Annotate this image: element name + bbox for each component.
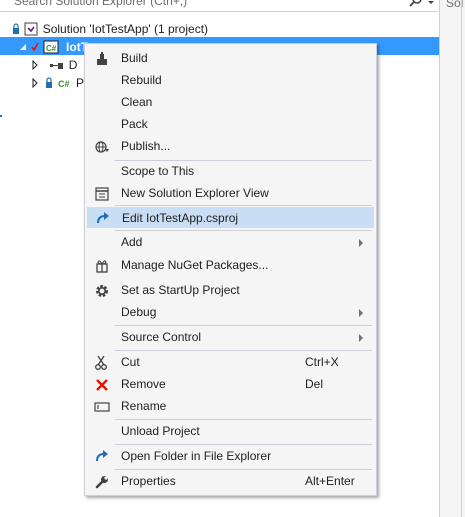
menu-item-label: Clean	[121, 95, 153, 109]
menu-item-publish[interactable]: Publish...	[87, 136, 374, 157]
menu-item-add[interactable]: Add	[87, 232, 374, 253]
search-bar[interactable]: Search Solution Explorer (Ctrl+;)	[0, 0, 438, 12]
menu-item-label: Set as StartUp Project	[121, 283, 240, 297]
menu-item-rebuild[interactable]: Rebuild	[87, 70, 374, 91]
submenu-arrow-icon	[359, 239, 363, 247]
menu-item-unload-project[interactable]: Unload Project	[87, 421, 374, 442]
submenu-arrow-icon	[359, 334, 363, 342]
build-icon	[97, 52, 107, 65]
menu-item-label: Build	[121, 51, 148, 65]
menu-item-set-startup[interactable]: Set as StartUp Project	[87, 280, 374, 301]
menu-item-label: Debug	[121, 305, 157, 319]
menu-separator	[115, 469, 372, 470]
expand-arrow-icon[interactable]	[30, 59, 40, 70]
menu-item-label: Rename	[121, 399, 167, 413]
tree-item-dependencies[interactable]: D	[30, 55, 77, 73]
divider	[461, 0, 462, 517]
menu-item-shortcut: Alt+Enter	[305, 474, 355, 488]
menu-separator	[115, 350, 372, 351]
tree-item-properties[interactable]: C# P	[30, 73, 84, 91]
csharp-project-icon: C#	[43, 40, 59, 54]
menu-item-label: Scope to This	[121, 164, 195, 178]
csharp-file-icon: C#	[58, 79, 70, 89]
publish-globe-icon	[95, 141, 109, 153]
menu-item-label: Open Folder in File Explorer	[121, 449, 272, 463]
menu-item-shortcut: Ctrl+X	[305, 355, 339, 369]
menu-item-label: Edit IotTestApp.csproj	[122, 211, 239, 225]
lock-icon	[46, 77, 53, 88]
menu-item-manage-nuget[interactable]: Manage NuGet Packages...	[87, 255, 374, 276]
wrench-icon	[95, 476, 108, 489]
menu-item-pack[interactable]: Pack	[87, 114, 374, 135]
menu-item-label: Cut	[121, 355, 140, 369]
menu-separator	[115, 325, 372, 326]
svg-text:C#: C#	[46, 44, 57, 53]
menu-item-clean[interactable]: Clean	[87, 92, 374, 113]
menu-item-open-folder[interactable]: Open Folder in File Explorer	[87, 446, 374, 467]
menu-separator	[115, 205, 372, 206]
editor-edge-marker	[0, 115, 2, 117]
rename-icon	[94, 402, 110, 412]
menu-item-cut[interactable]: Cut Ctrl+X	[87, 352, 374, 373]
menu-item-remove[interactable]: Remove Del	[87, 374, 374, 395]
redo-arrow-icon	[96, 450, 108, 462]
menu-item-rename[interactable]: Rename	[87, 396, 374, 417]
menu-item-label: New Solution Explorer View	[121, 186, 269, 200]
svg-text:C#: C#	[58, 79, 70, 89]
search-input[interactable]: Search Solution Explorer (Ctrl+;)	[14, 0, 187, 8]
submenu-arrow-icon	[359, 309, 363, 317]
expand-arrow-icon[interactable]	[30, 77, 40, 88]
menu-item-label: Add	[121, 235, 143, 249]
properties-label: P	[76, 75, 85, 90]
menu-item-label: Properties	[121, 474, 176, 488]
checkmark-icon	[31, 42, 40, 52]
menu-item-label: Pack	[121, 117, 148, 131]
menu-item-shortcut: Del	[305, 377, 324, 391]
context-menu: Build Rebuild Clean Pack Publish... Scop…	[84, 43, 377, 496]
nuget-package-icon	[96, 260, 108, 273]
menu-item-label: Source Control	[121, 330, 202, 344]
tree-item-solution[interactable]: Solution 'IotTestApp' (1 project)	[12, 19, 208, 37]
menu-item-new-solution-explorer-view[interactable]: New Solution Explorer View	[87, 183, 374, 204]
dependencies-icon	[50, 62, 64, 69]
collapse-arrow-icon[interactable]	[18, 42, 28, 52]
menu-item-label: Unload Project	[121, 424, 200, 438]
search-icon[interactable]	[409, 0, 423, 7]
menu-item-build[interactable]: Build	[87, 48, 374, 69]
redo-arrow-icon	[97, 212, 109, 224]
chevron-down-icon[interactable]	[426, 0, 436, 7]
solution-label: Solution 'IotTestApp' (1 project)	[42, 21, 209, 36]
menu-item-label: Manage NuGet Packages...	[121, 258, 269, 272]
menu-item-label: Publish...	[121, 139, 171, 153]
close-icon	[96, 379, 108, 391]
lock-icon	[13, 23, 19, 34]
menu-item-properties[interactable]: Properties Alt+Enter	[87, 471, 374, 492]
menu-item-debug[interactable]: Debug	[87, 302, 374, 323]
menu-item-label: Remove	[121, 377, 166, 391]
scissors-icon	[95, 355, 107, 370]
menu-separator	[115, 230, 372, 231]
menu-separator	[115, 444, 372, 445]
new-window-icon	[95, 187, 109, 201]
menu-item-edit-csproj[interactable]: Edit IotTestApp.csproj	[87, 207, 374, 228]
solution-icon	[24, 22, 38, 36]
menu-item-scope-to-this[interactable]: Scope to This	[87, 161, 374, 182]
gear-icon	[96, 285, 108, 297]
menu-item-label: Rebuild	[121, 73, 162, 87]
menu-item-source-control[interactable]: Source Control	[87, 327, 374, 348]
dependencies-label: D	[68, 57, 78, 72]
menu-separator	[115, 419, 372, 420]
